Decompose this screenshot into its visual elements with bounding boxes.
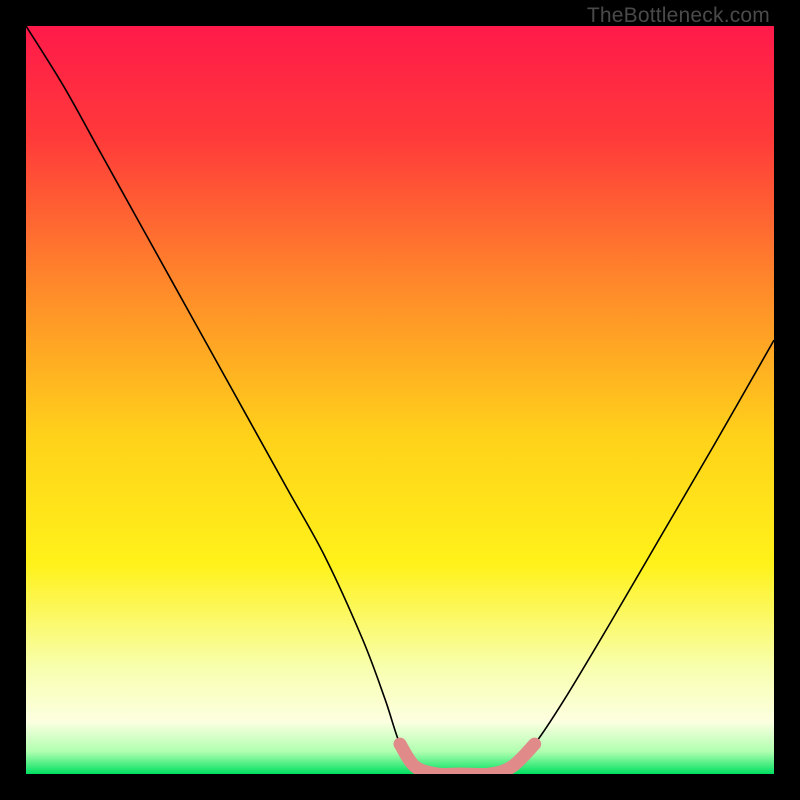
bottleneck-curve: [26, 26, 774, 774]
chart-container: TheBottleneck.com: [0, 0, 800, 800]
curve-layer: [26, 26, 774, 774]
watermark-text: TheBottleneck.com: [587, 4, 770, 28]
optimal-region-marker: [400, 744, 535, 774]
plot-area: [26, 26, 774, 774]
